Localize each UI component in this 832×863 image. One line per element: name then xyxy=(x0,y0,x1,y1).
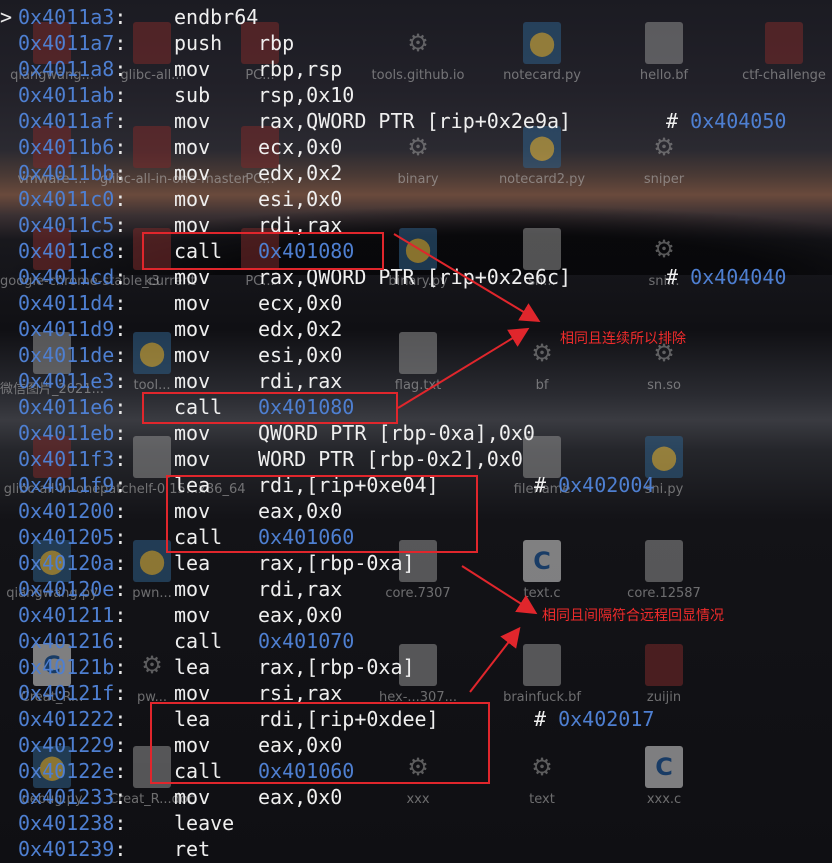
annotation-arrows xyxy=(393,233,541,693)
arrow-2 xyxy=(397,327,530,409)
annotation-note-2: 相同且间隔符合远程回显情况 xyxy=(542,608,724,624)
annotation-note-1: 相同且连续所以排除 xyxy=(560,331,686,347)
arrow-3 xyxy=(461,565,538,615)
arrow-4 xyxy=(469,626,521,693)
arrow-1 xyxy=(393,233,541,323)
